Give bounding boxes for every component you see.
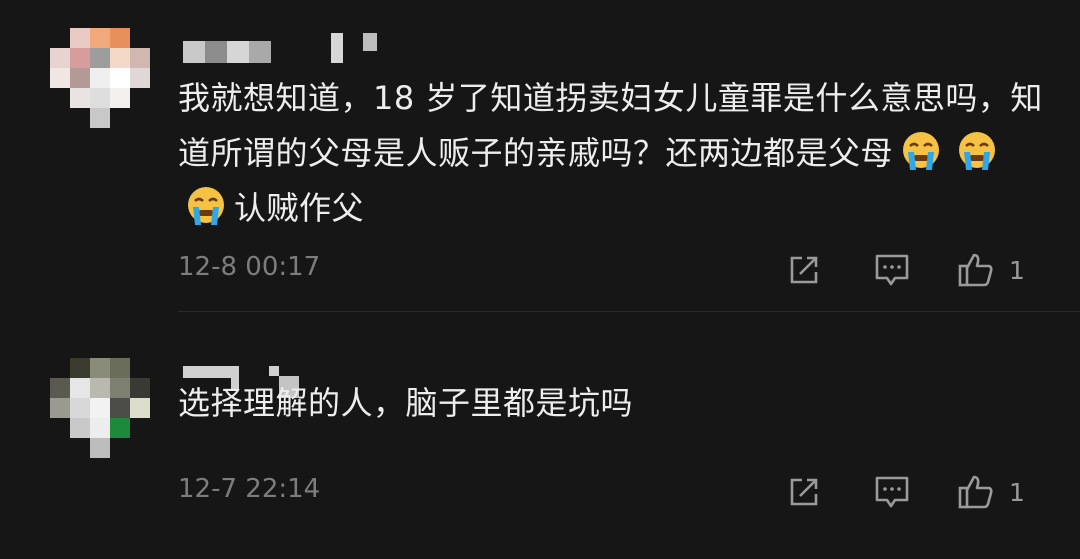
like-button[interactable]: 1 <box>957 250 1025 290</box>
comment-text: 我就想知道，18 岁了知道拐卖妇女儿童罪是什么意思吗，知道所谓的父母是人贩子的亲… <box>178 71 1048 236</box>
username-blurred[interactable] <box>183 33 377 63</box>
comment-text-part: 认贼作父 <box>234 189 365 227</box>
comment-item: 我就想知道，18 岁了知道拐卖妇女儿童罪是什么意思吗，知道所谓的父母是人贩子的亲… <box>0 0 1080 312</box>
comment-bubble-icon <box>873 251 911 289</box>
avatar[interactable] <box>50 358 150 458</box>
reply-button[interactable] <box>873 472 911 512</box>
like-count: 1 <box>1009 477 1025 507</box>
comment-text: 选择理解的人，脑子里都是坑吗 <box>178 384 634 422</box>
comment-actions: 1 <box>780 250 1080 290</box>
crying-face-emoji <box>900 130 942 172</box>
comment-bubble-icon <box>873 473 911 511</box>
comment-timestamp: 12-7 22:14 <box>178 474 321 504</box>
reply-button[interactable] <box>873 250 911 290</box>
share-button[interactable] <box>786 250 822 290</box>
thumbs-up-icon <box>957 473 995 511</box>
avatar[interactable] <box>50 28 150 128</box>
like-count: 1 <box>1009 255 1025 285</box>
crying-face-emoji <box>956 130 998 172</box>
comment-item: 选择理解的人，脑子里都是坑吗 12-7 22:14 1 <box>0 312 1080 559</box>
share-icon <box>786 252 822 288</box>
comment-actions: 1 <box>780 472 1080 512</box>
share-button[interactable] <box>786 472 822 512</box>
thumbs-up-icon <box>957 251 995 289</box>
comment-timestamp: 12-8 00:17 <box>178 252 321 282</box>
crying-face-emoji <box>185 185 227 227</box>
share-icon <box>786 474 822 510</box>
like-button[interactable]: 1 <box>957 472 1025 512</box>
